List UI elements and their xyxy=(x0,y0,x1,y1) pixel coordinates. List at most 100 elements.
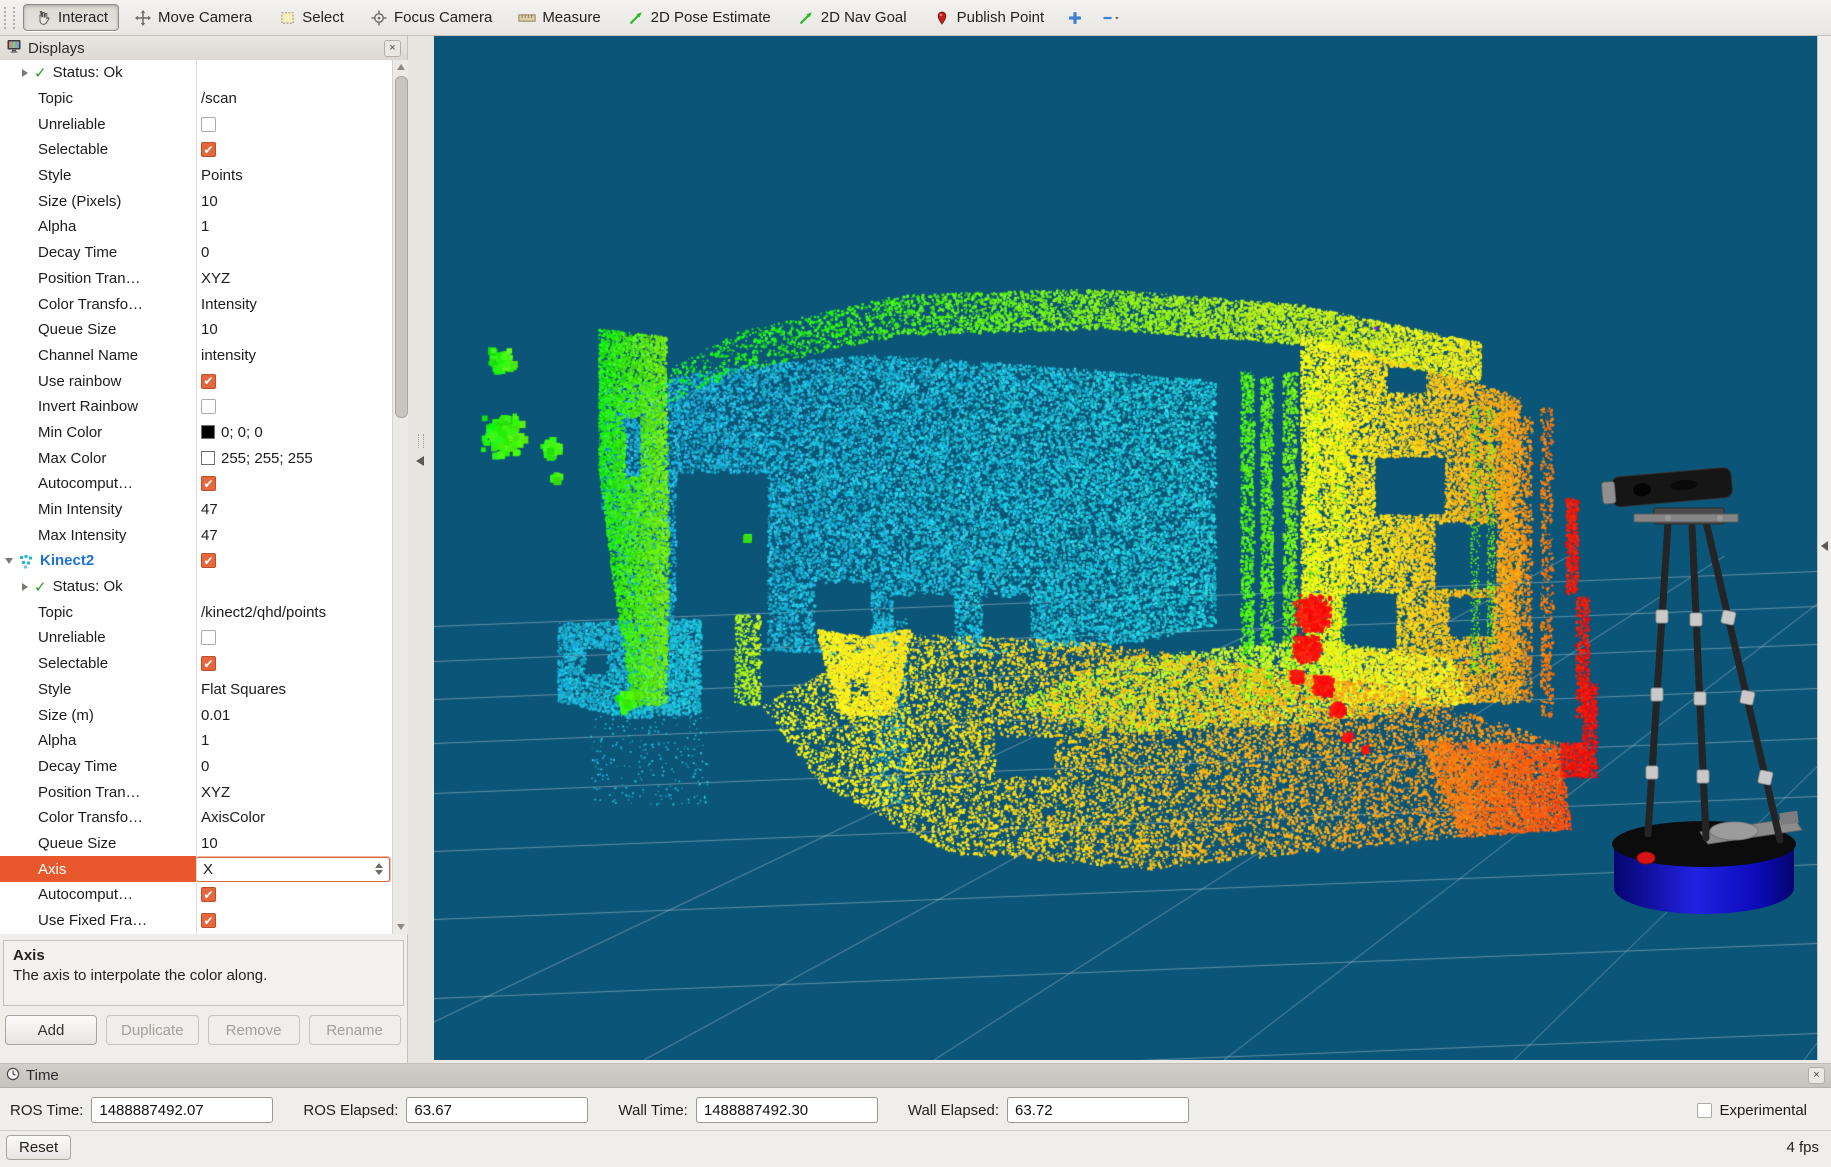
property-value[interactable] xyxy=(196,60,392,86)
ros-elapsed-input[interactable] xyxy=(406,1097,588,1123)
scroll-down-icon[interactable] xyxy=(397,924,405,930)
property-value[interactable]: 1 xyxy=(196,214,392,240)
property-value[interactable]: X xyxy=(196,856,392,882)
right-dock-handle[interactable] xyxy=(1817,36,1831,1060)
tool-2d-pose-estimate[interactable]: 2D Pose Estimate xyxy=(616,4,782,31)
expand-right-icon[interactable] xyxy=(22,583,28,591)
scroll-up-icon[interactable] xyxy=(397,64,405,70)
property-value[interactable]: ✔ xyxy=(196,651,392,677)
property-value[interactable] xyxy=(196,111,392,137)
expand-down-icon[interactable] xyxy=(5,558,13,564)
add-button[interactable]: Add xyxy=(5,1015,97,1045)
axis-combobox[interactable]: X xyxy=(196,857,390,882)
color-swatch[interactable] xyxy=(201,451,215,465)
property-value[interactable]: 0.01 xyxy=(196,702,392,728)
time-close-icon[interactable]: × xyxy=(1808,1067,1825,1084)
displays-close-icon[interactable]: × xyxy=(384,40,401,57)
tool-focus-camera[interactable]: Focus Camera xyxy=(359,4,503,31)
spinner-arrows-icon[interactable] xyxy=(375,863,389,875)
scrollbar-thumb[interactable] xyxy=(395,76,408,418)
ros-time-input[interactable] xyxy=(91,1097,273,1123)
tree-scrollbar[interactable] xyxy=(392,60,408,934)
checkbox-checked-icon[interactable]: ✔ xyxy=(201,142,216,157)
tool-measure[interactable]: Measure xyxy=(507,4,611,31)
property-value[interactable]: Points xyxy=(196,163,392,189)
property-value[interactable]: 0; 0; 0 xyxy=(196,420,392,446)
displays-panel-header: Displays × xyxy=(0,36,407,61)
panel-splitter[interactable] xyxy=(408,36,434,1063)
display-buttons: AddDuplicateRemoveRename xyxy=(5,1015,402,1045)
color-swatch[interactable] xyxy=(201,425,215,439)
displays-panel: Displays × ✓Status: OkTopic/scanUnreliab… xyxy=(0,36,408,1063)
property-tree: ✓Status: OkTopic/scanUnreliableSelectabl… xyxy=(0,60,392,934)
checkbox-checked-icon[interactable]: ✔ xyxy=(201,476,216,491)
tool-interact[interactable]: Interact xyxy=(23,4,119,31)
checkbox-checked-icon[interactable]: ✔ xyxy=(201,656,216,671)
interact-hand-icon xyxy=(34,9,52,26)
property-value[interactable]: AxisColor xyxy=(196,805,392,831)
checkbox-checked-icon[interactable]: ✔ xyxy=(201,913,216,928)
time-fields: ROS Time:ROS Elapsed:Wall Time:Wall Elap… xyxy=(0,1090,1831,1131)
checkbox-checked-icon[interactable]: ✔ xyxy=(201,553,216,568)
wall-time-input[interactable] xyxy=(696,1097,878,1123)
tool-publish-point[interactable]: Publish Point xyxy=(922,4,1056,31)
property-label: Queue Size xyxy=(38,835,116,852)
collapse-right-icon[interactable] xyxy=(1821,541,1828,551)
wall-elapsed-input[interactable] xyxy=(1007,1097,1189,1123)
property-value[interactable]: ✔ xyxy=(196,471,392,497)
rviz-window: InteractMove CameraSelectFocus CameraMea… xyxy=(0,0,1831,1167)
property-value[interactable] xyxy=(196,574,392,600)
property-value[interactable]: ✔ xyxy=(196,368,392,394)
splitter-grip[interactable] xyxy=(418,434,424,448)
property-value[interactable]: /kinect2/qhd/points xyxy=(196,599,392,625)
checkbox-checked-icon[interactable]: ✔ xyxy=(201,374,216,389)
property-value[interactable]: Flat Squares xyxy=(196,677,392,703)
checkbox-unchecked-icon[interactable] xyxy=(201,630,216,645)
property-value[interactable] xyxy=(196,625,392,651)
property-label: Unreliable xyxy=(38,629,106,646)
3d-viewport[interactable] xyxy=(434,36,1817,1060)
property-value[interactable]: 10 xyxy=(196,188,392,214)
tool-move-camera[interactable]: Move Camera xyxy=(123,4,263,31)
property-label: Position Tran… xyxy=(38,270,141,287)
property-value[interactable]: XYZ xyxy=(196,266,392,292)
checkbox-unchecked-icon[interactable] xyxy=(201,399,216,414)
expand-right-icon[interactable] xyxy=(22,69,28,77)
property-label: Color Transfo… xyxy=(38,809,143,826)
property-value[interactable]: 10 xyxy=(196,317,392,343)
checkbox-unchecked-icon[interactable] xyxy=(201,117,216,132)
property-value[interactable]: 47 xyxy=(196,522,392,548)
property-value[interactable]: 0 xyxy=(196,240,392,266)
property-value[interactable]: ✔ xyxy=(196,908,392,934)
property-value[interactable]: 10 xyxy=(196,831,392,857)
toolbar-drag-handle[interactable] xyxy=(4,7,15,29)
property-value[interactable] xyxy=(196,394,392,420)
property-value[interactable]: ✔ xyxy=(196,882,392,908)
tool-add-tool-icon[interactable] xyxy=(1059,4,1091,31)
tool-2d-nav-goal[interactable]: 2D Nav Goal xyxy=(786,4,918,31)
color-value-text: 0; 0; 0 xyxy=(221,424,263,441)
checkbox-checked-icon[interactable]: ✔ xyxy=(201,887,216,902)
tool-remove-tool-icon[interactable] xyxy=(1095,4,1127,31)
status-ok-icon: ✓ xyxy=(34,64,47,82)
property-value[interactable]: XYZ xyxy=(196,779,392,805)
property-value[interactable]: /scan xyxy=(196,86,392,112)
property-value[interactable]: 47 xyxy=(196,497,392,523)
property-value[interactable]: ✔ xyxy=(196,548,392,574)
property-value[interactable]: ✔ xyxy=(196,137,392,163)
property-label: Size (Pixels) xyxy=(38,193,121,210)
property-value[interactable]: 0 xyxy=(196,754,392,780)
collapse-left-icon[interactable] xyxy=(416,456,424,466)
value-text: 0.01 xyxy=(201,707,230,724)
property-value[interactable]: 255; 255; 255 xyxy=(196,445,392,471)
fps-counter: 4 fps xyxy=(1786,1139,1819,1156)
reset-button[interactable]: Reset xyxy=(6,1135,71,1160)
value-text: XYZ xyxy=(201,270,230,287)
displays-panel-title: Displays xyxy=(28,40,378,57)
property-value[interactable]: Intensity xyxy=(196,291,392,317)
tool-select[interactable]: Select xyxy=(267,4,355,31)
experimental-checkbox[interactable] xyxy=(1697,1103,1712,1118)
publish-point-pin-icon xyxy=(933,9,951,26)
property-value[interactable]: intensity xyxy=(196,343,392,369)
property-value[interactable]: 1 xyxy=(196,728,392,754)
